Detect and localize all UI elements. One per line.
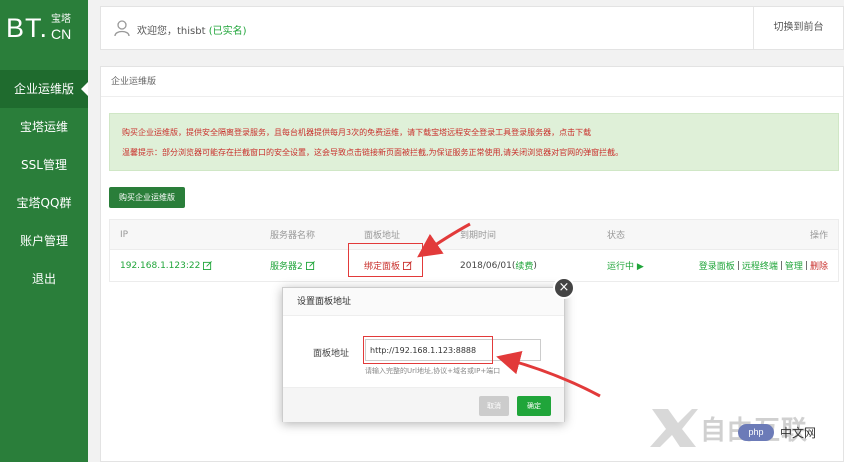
buy-enterprise-button[interactable]: 购买企业运维版 [109, 187, 185, 208]
renew-link[interactable]: 续费 [515, 259, 533, 272]
breadcrumb: 企业运维版 [101, 67, 843, 97]
sidebar-item-ssl[interactable]: SSL管理 [0, 146, 88, 184]
dialog-title: 设置面板地址 [283, 288, 564, 316]
close-icon[interactable]: × [553, 277, 575, 299]
user-icon [114, 20, 130, 37]
login-panel-link[interactable]: 登录面板 [699, 259, 735, 272]
dialog-footer: 取消 确定 [283, 387, 564, 422]
panel-address-hint: 请输入完整的Url地址,协议+域名或IP+端口 [365, 367, 501, 375]
switch-frontend-button[interactable]: 切换到前台 [753, 7, 843, 49]
table-header: IP 服务器名称 面板地址 到期时间 状态 操作 [110, 220, 838, 250]
auth-status[interactable]: (已实名) [209, 26, 247, 37]
row-expire-close: ) [533, 260, 537, 271]
header-expire: 到期时间 [460, 231, 497, 241]
top-bar: 欢迎您，thisbt (已实名) 切换到前台 [100, 6, 844, 50]
cancel-button[interactable]: 取消 [479, 396, 509, 416]
sidebar-nav: 企业运维版 宝塔运维 SSL管理 宝塔QQ群 账户管理 退出 [0, 70, 88, 298]
sidebar-item-ops[interactable]: 宝塔运维 [0, 108, 88, 146]
welcome-user: 欢迎您，thisbt [137, 26, 206, 37]
notice-box: 购买企业运维版，提供安全隔离登录服务，且每台机器提供每月3次的免费运维，请下载宝… [109, 113, 839, 171]
watermark-site: 中文网 [780, 426, 817, 440]
edit-icon[interactable] [203, 261, 213, 270]
sidebar-item-qq-group[interactable]: 宝塔QQ群 [0, 184, 88, 222]
row-name[interactable]: 服务器2 [270, 250, 315, 281]
row-ip-text: 192.168.1.123:22 [120, 260, 201, 271]
ops-separator: | [736, 260, 740, 271]
set-panel-address-dialog: 设置面板地址 面板地址 请输入完整的Url地址,协议+域名或IP+端口 取消 确… [282, 287, 565, 422]
watermark-logo-icon [650, 409, 698, 447]
sidebar-item-enterprise[interactable]: 企业运维版 [0, 70, 88, 108]
logo-text: BT. [6, 12, 49, 43]
row-ip[interactable]: 192.168.1.123:22 [120, 250, 213, 281]
sidebar: BT. 宝塔 CN 企业运维版 宝塔运维 SSL管理 宝塔QQ群 账户管理 退出 [0, 0, 88, 462]
header-ops: 操作 [809, 231, 828, 241]
row-expire-date: 2018/06/01( [460, 260, 516, 271]
header-name: 服务器名称 [270, 231, 316, 241]
edit-icon[interactable] [305, 261, 315, 270]
row-name-text: 服务器2 [270, 262, 303, 272]
panel-highlight-box [348, 243, 423, 277]
logo-side: 宝塔 CN [51, 14, 72, 42]
header-ip: IP [120, 229, 129, 240]
table-row: 192.168.1.123:22 服务器2 绑定面板 2018/06/01( 续… [110, 250, 838, 281]
welcome-text: 欢迎您，thisbt (已实名) [137, 22, 247, 37]
ops-separator: | [779, 260, 783, 271]
notice-line-2: 温馨提示：部分浏览器可能存在拦截窗口的安全设置，这会导致点击链接新页面被拦截,为… [122, 148, 624, 157]
row-expire: 2018/06/01( 续费 ) [460, 250, 537, 281]
logo-cn-bottom: CN [51, 26, 72, 42]
notice-line-1: 购买企业运维版，提供安全隔离登录服务，且每台机器提供每月3次的免费运维，请下载宝… [122, 128, 592, 137]
panel-address-input[interactable] [365, 339, 541, 361]
row-status[interactable]: 运行中 ▶ [607, 250, 644, 281]
row-ops: 登录面板 | 远程终端 | 管理 | 删除 [699, 250, 828, 281]
server-table: IP 服务器名称 面板地址 到期时间 状态 操作 192.168.1.123:2… [109, 219, 839, 282]
logo-cn-top: 宝塔 [51, 14, 72, 25]
ops-separator: | [804, 260, 808, 271]
sidebar-item-account[interactable]: 账户管理 [0, 222, 88, 260]
panel-address-label: 面板地址 [313, 349, 350, 359]
header-status: 状态 [607, 231, 626, 241]
confirm-button[interactable]: 确定 [517, 396, 551, 416]
remote-terminal-link[interactable]: 远程终端 [742, 259, 778, 272]
sidebar-item-logout[interactable]: 退出 [0, 260, 88, 298]
manage-link[interactable]: 管理 [785, 259, 803, 272]
logo[interactable]: BT. 宝塔 CN [0, 0, 88, 56]
delete-link[interactable]: 删除 [810, 259, 828, 272]
watermark-php-badge: php [738, 424, 774, 441]
